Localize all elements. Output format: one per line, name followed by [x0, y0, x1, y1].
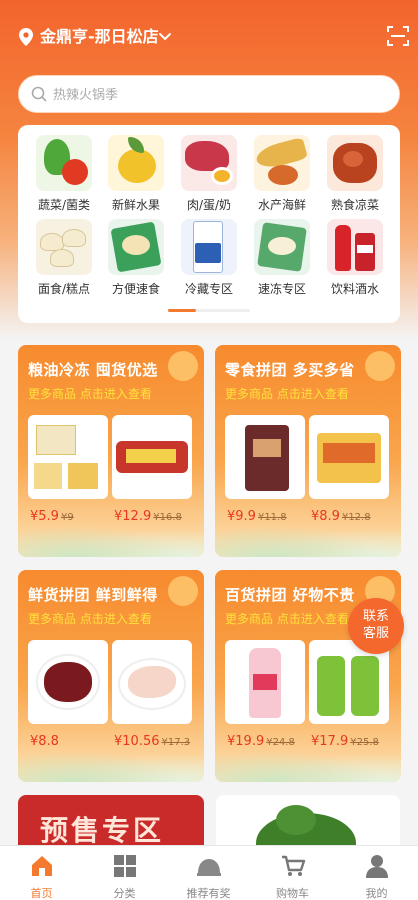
customer-service-button[interactable]: 联系 客服	[348, 598, 404, 654]
fruits-image	[108, 135, 164, 191]
product-image[interactable]	[309, 415, 389, 499]
category-instant-food[interactable]: 方便速食	[98, 219, 174, 301]
drinks-image	[327, 219, 383, 275]
promo-title: 百货拼团 好物不贵	[225, 586, 355, 604]
meat-image	[181, 135, 237, 191]
frozen-image	[254, 219, 310, 275]
category-meat-egg-milk[interactable]: 肉/蛋/奶	[171, 135, 247, 217]
chilled-image	[181, 219, 237, 275]
category-deli[interactable]: 熟食凉菜	[317, 135, 393, 217]
search-input[interactable]	[53, 82, 373, 108]
user-icon	[365, 855, 388, 878]
category-drinks[interactable]: 饮料酒水	[317, 219, 393, 301]
tab-profile[interactable]: 我的	[335, 846, 418, 900]
category-noodles-pastry[interactable]: 面食/糕点	[26, 219, 102, 301]
location-pin-icon	[19, 28, 33, 46]
top-bar: 金鼎亨-那日松店	[0, 18, 418, 58]
tab-referral[interactable]: 推荐有奖	[167, 846, 250, 900]
category-chilled[interactable]: 冷藏专区	[171, 219, 247, 301]
gift-icon	[196, 859, 221, 876]
category-grid: 蔬菜/菌类 新鲜水果 肉/蛋/奶 水产海鲜 熟食凉菜 面食/糕点 方便速食 冷藏…	[18, 125, 400, 323]
product-image[interactable]	[225, 415, 305, 499]
promo-subtitle[interactable]: 更多商品 点击进入查看	[28, 385, 152, 402]
promo-title: 零食拼团 多买多省	[225, 361, 355, 379]
home-icon	[31, 856, 52, 876]
vegetables-image	[36, 135, 92, 191]
instant-food-image	[108, 219, 164, 275]
deli-image	[327, 135, 383, 191]
tab-home[interactable]: 首页	[0, 846, 83, 900]
tab-cart[interactable]: 购物车	[251, 846, 334, 900]
product-image[interactable]	[112, 415, 192, 499]
promo-card-fresh[interactable]: 鲜货拼团 鲜到鲜得 更多商品 点击进入查看 ¥8.8 ¥10.56 ¥17.3	[18, 570, 204, 782]
store-name[interactable]: 金鼎亨-那日松店	[40, 26, 159, 48]
cart-icon	[281, 855, 305, 876]
bottom-tab-bar: 首页 分类 推荐有奖 购物车 我的	[0, 845, 418, 900]
category-fruits[interactable]: 新鲜水果	[98, 135, 174, 217]
category-vegetables[interactable]: 蔬菜/菌类	[26, 135, 102, 217]
promo-subtitle[interactable]: 更多商品 点击进入查看	[28, 610, 152, 627]
product-image[interactable]	[28, 640, 108, 724]
search-icon	[31, 86, 47, 102]
promo-subtitle[interactable]: 更多商品 点击进入查看	[225, 610, 349, 627]
scan-icon[interactable]	[386, 24, 410, 48]
promo-title: 粮油冷冻 囤货优选	[28, 361, 158, 379]
product-image[interactable]	[225, 640, 305, 724]
promo-card-grain-oil[interactable]: 粮油冷冻 囤货优选 更多商品 点击进入查看 ¥5.9 ¥9 ¥12.9 ¥16.8	[18, 345, 204, 557]
promo-title: 鲜货拼团 鲜到鲜得	[28, 586, 158, 604]
product-image[interactable]	[28, 415, 108, 499]
category-frozen[interactable]: 速冻专区	[244, 219, 320, 301]
dumplings-image	[36, 219, 92, 275]
promo-subtitle[interactable]: 更多商品 点击进入查看	[225, 385, 349, 402]
search-bar[interactable]	[18, 75, 400, 113]
promo-card-snacks[interactable]: 零食拼团 多买多省 更多商品 点击进入查看 ¥9.9 ¥11.8 ¥8.9 ¥12.…	[215, 345, 401, 557]
carousel-indicator	[168, 309, 250, 312]
grid-icon	[113, 855, 136, 877]
tab-category[interactable]: 分类	[83, 846, 166, 900]
product-image[interactable]	[112, 640, 192, 724]
chevron-down-icon[interactable]	[158, 30, 172, 44]
seafood-image	[254, 135, 310, 191]
category-seafood[interactable]: 水产海鲜	[244, 135, 320, 217]
presale-label: 预售专区	[40, 814, 165, 847]
